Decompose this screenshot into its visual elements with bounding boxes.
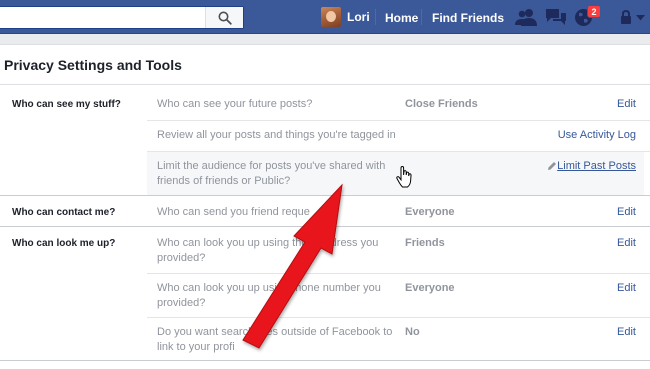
annotation-arrow <box>242 183 343 349</box>
